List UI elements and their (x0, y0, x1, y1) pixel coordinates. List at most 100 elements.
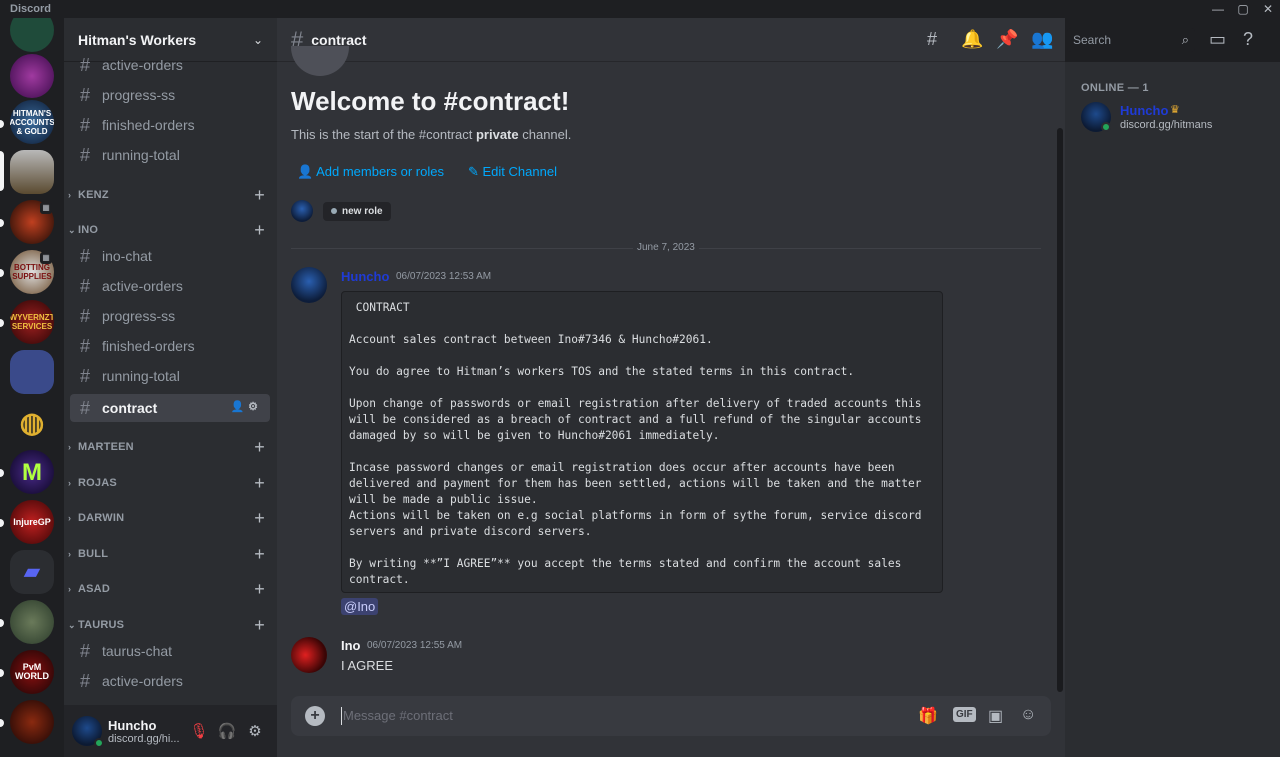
gif-button[interactable]: GIF (953, 707, 976, 722)
category-taurus[interactable]: ⌄ TAURUS + (68, 615, 273, 635)
server-icon[interactable] (10, 700, 54, 744)
add-channel-icon[interactable]: + (254, 220, 265, 241)
maximize-button[interactable]: ▢ (1231, 1, 1255, 17)
hash-icon: # (80, 305, 91, 326)
pin-icon[interactable]: 📌 (996, 29, 1018, 50)
server-icon-pvm-world[interactable]: PvM WORLD (10, 650, 54, 694)
avatar[interactable] (291, 637, 327, 673)
invite-settings-icons[interactable]: 👤⚙ (230, 400, 262, 413)
channel-item[interactable]: # running-total (70, 362, 270, 390)
avatar[interactable] (291, 267, 327, 303)
search-input[interactable]: Search ⌕ (1067, 28, 1195, 52)
member-status: discord.gg/hitmans (1120, 119, 1213, 131)
category-rojas[interactable]: › ROJAS + (68, 473, 273, 493)
app-title: Discord (10, 3, 51, 15)
server-icon[interactable] (10, 54, 54, 98)
emoji-icon[interactable]: ☺ (1020, 706, 1036, 724)
add-channel-icon[interactable]: + (254, 615, 265, 636)
threads-icon[interactable]: # (927, 29, 937, 50)
gold-coins-icon[interactable]: ◍ (10, 400, 54, 444)
sticker-icon[interactable]: ▣ (988, 706, 1003, 726)
member-list: ONLINE — 1 Huncho ♛ discord.gg/hitmans (1065, 62, 1280, 757)
channel-item-contract[interactable]: # contract 👤⚙ (70, 394, 270, 422)
category-bull[interactable]: › BULL + (68, 544, 273, 564)
hash-icon: # (80, 670, 91, 691)
gift-icon[interactable]: 🎁 (918, 706, 938, 726)
add-attachment-button[interactable]: + (305, 706, 325, 726)
user-name: Huncho (108, 717, 157, 733)
chevron-right-icon: › (68, 190, 72, 200)
members-icon[interactable]: 👥 (1031, 29, 1053, 50)
channel-item[interactable]: # active-orders (70, 667, 270, 695)
channel-item[interactable]: # running-total (70, 141, 270, 169)
member-item[interactable]: Huncho ♛ discord.gg/hitmans (1081, 102, 1271, 132)
channel-item[interactable]: # finished-orders (70, 332, 270, 360)
event-calendar-icon: ▦ (40, 202, 52, 214)
add-channel-icon[interactable]: + (254, 544, 265, 565)
gear-icon[interactable]: ⚙ (241, 722, 269, 740)
unread-indicator (0, 219, 4, 227)
hash-icon: # (80, 335, 91, 356)
server-folder[interactable] (10, 350, 54, 394)
active-server-indicator (0, 151, 4, 191)
welcome-subtitle: This is the start of the #contract priva… (291, 127, 572, 142)
help-icon[interactable]: ? (1243, 29, 1253, 50)
add-channel-icon[interactable]: + (254, 185, 265, 206)
role-badge[interactable]: new role (323, 201, 391, 221)
message-author[interactable]: Ino (341, 638, 361, 653)
channel-item[interactable]: # taurus-chat (70, 637, 270, 665)
close-window-button[interactable]: ✕ (1256, 1, 1280, 17)
unread-indicator (0, 619, 4, 627)
bell-icon[interactable]: 🔔 (961, 29, 983, 50)
channel-sidebar: Hitman's Workers ⌄ # active-orders # progr… (64, 18, 277, 757)
inbox-icon[interactable]: ▭ (1209, 29, 1226, 50)
server-icon-m[interactable]: M (10, 450, 54, 494)
add-channel-icon[interactable]: + (254, 473, 265, 494)
server-icon-selected[interactable] (10, 150, 54, 194)
add-channel-icon[interactable]: + (254, 508, 265, 529)
user-mention[interactable]: @Ino (341, 598, 379, 615)
add-channel-icon[interactable]: + (254, 579, 265, 600)
category-ino[interactable]: ⌄ INO + (68, 220, 273, 240)
message-author[interactable]: Huncho (341, 269, 389, 284)
folder-icon[interactable]: ▰ (10, 550, 54, 594)
chevron-right-icon: › (68, 549, 72, 559)
unread-indicator (0, 269, 4, 277)
add-channel-icon[interactable]: + (254, 437, 265, 458)
server-icon-hitmans[interactable]: HITMAN'S ACCOUNTS & GOLD (10, 100, 54, 144)
channel-item[interactable]: # active-orders (70, 272, 270, 300)
headphones-icon[interactable]: 🎧 (213, 722, 241, 740)
channel-item[interactable]: # progress-ss (70, 302, 270, 330)
avatar[interactable] (291, 200, 313, 222)
server-rail: HITMAN'S ACCOUNTS & GOLD ▦ BOTTING SUPPL… (0, 18, 64, 757)
add-members-link[interactable]: 👤 Add members or roles (297, 164, 444, 180)
mute-mic-icon[interactable]: 🎙 (185, 722, 213, 740)
category-asad[interactable]: › ASAD + (68, 579, 273, 599)
channel-item[interactable]: # progress-ss (70, 81, 270, 109)
category-kenz[interactable]: › KENZ + (68, 185, 273, 205)
server-icon-wyvernzt[interactable]: WYVERNZT SERVICES (10, 300, 54, 344)
chevron-right-icon: › (68, 478, 72, 488)
channel-icon (291, 46, 349, 76)
server-icon[interactable] (10, 18, 54, 52)
category-darwin[interactable]: › DARWIN + (68, 508, 273, 528)
event-calendar-icon: ▦ (40, 252, 52, 264)
hash-icon: # (80, 640, 91, 661)
member-group-header: ONLINE — 1 (1081, 82, 1149, 94)
online-status-icon (1101, 122, 1111, 132)
category-marteen[interactable]: › MARTEEN + (68, 437, 273, 457)
scrollbar[interactable] (1057, 128, 1063, 692)
minimize-button[interactable]: — (1206, 1, 1230, 17)
server-icon-injuregp[interactable]: InjureGP (10, 500, 54, 544)
channel-item[interactable]: # ino-chat (70, 242, 270, 270)
server-icon[interactable] (10, 600, 54, 644)
message-input[interactable]: Message #contract (343, 708, 453, 723)
chat-header: # contract # 🔔 📌 👥 Search ⌕ ▭ ? (277, 18, 1253, 62)
channel-item[interactable]: # active-orders (70, 51, 270, 79)
message-composer[interactable]: + Message #contract 🎁 GIF ▣ ☺ (291, 696, 1051, 736)
channel-item[interactable]: # finished-orders (70, 111, 270, 139)
hash-icon: # (80, 144, 91, 165)
edit-channel-link[interactable]: ✎ Edit Channel (468, 164, 557, 180)
avatar[interactable] (72, 716, 104, 748)
member-name: Huncho (1120, 103, 1169, 118)
